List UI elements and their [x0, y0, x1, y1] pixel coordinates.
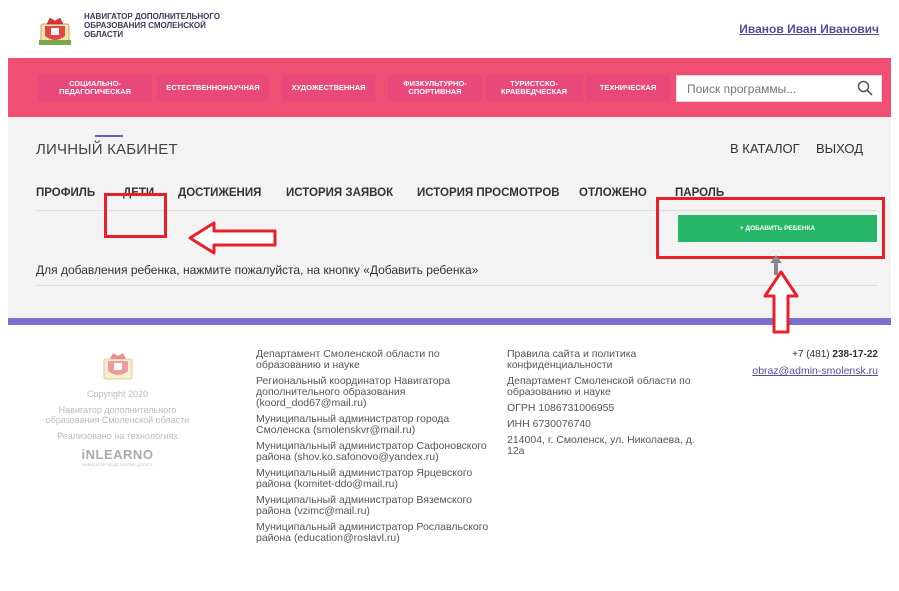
active-tab-indicator — [95, 135, 123, 137]
inlearno-tagline: НАВИГАТОР ПО ДЕТСКОМУ ДОСУГУ — [82, 462, 153, 467]
footer-contact: Муниципальный администратор Вяземского р… — [256, 494, 472, 517]
nav-technical[interactable]: ТЕХНИЧЕСКАЯ — [586, 75, 670, 101]
nav-artistic[interactable]: ХУДОЖЕСТВЕННАЯ — [282, 75, 375, 101]
footer-brand-column: Copyright 2020 Навигатор дополнительного… — [35, 345, 200, 467]
nav-natural-science[interactable]: ЕСТЕСТВЕННОНАУЧНАЯ — [157, 75, 269, 101]
user-profile-link[interactable]: Иванов Иван Иванович — [739, 22, 879, 36]
footer-contacts-column: Департамент Смоленской области по образо… — [256, 349, 491, 549]
phone-prefix: +7 (481) — [792, 349, 833, 360]
footer-email-link[interactable]: obraz@admin-smolensk.ru — [705, 366, 878, 377]
program-search — [676, 75, 882, 102]
footer-legal-column: Правила сайта и политика конфиденциально… — [507, 349, 707, 462]
annotation-arrow-up-icon — [763, 270, 799, 334]
site-rules-link[interactable]: Правила сайта и политика конфиденциально… — [507, 349, 707, 371]
category-navbar: СОЦИАЛЬНО-ПЕДАГОГИЧЕСКАЯ ЕСТЕСТВЕННОНАУЧ… — [8, 58, 891, 117]
site-title-line: ОБЛАСТИ — [84, 30, 124, 39]
footer-legal-item: ОГРН 1086731006955 — [507, 402, 615, 414]
footer-contact: Региональный координатор Навигатора допо… — [256, 375, 451, 409]
site-footer: Copyright 2020 Навигатор дополнительного… — [0, 325, 899, 591]
search-input[interactable] — [685, 81, 849, 97]
annotation-highlight-add-button — [656, 197, 885, 259]
tab-profile[interactable]: ПРОФИЛЬ — [36, 187, 95, 199]
site-header: НАВИГАТОР ДОПОЛНИТЕЛЬНОГО ОБРАЗОВАНИЯ СМ… — [0, 0, 899, 60]
footer-phone: +7 (481) 238-17-22 — [705, 349, 878, 360]
site-title: НАВИГАТОР ДОПОЛНИТЕЛЬНОГО ОБРАЗОВАНИЯ СМ… — [84, 12, 274, 39]
annotation-arrow-left-icon — [188, 221, 277, 255]
nav-sports[interactable]: ФИЗКУЛЬТУРНО-СПОРТИВНАЯ — [388, 75, 482, 101]
site-title-line: НАВИГАТОР ДОПОЛНИТЕЛЬНОГО — [84, 12, 221, 21]
tab-view-history[interactable]: ИСТОРИЯ ПРОСМОТРОВ — [417, 187, 560, 199]
footer-contact: Муниципальный администратор Рославльског… — [256, 521, 489, 544]
nav-tourism[interactable]: ТУРИСТСКО-КРАЕВЕДЧЕСКАЯ — [485, 75, 583, 101]
org-name: Навигатор дополнительного образования См… — [45, 405, 190, 425]
site-title-line: ОБРАЗОВАНИЯ СМОЛЕНСКОЙ — [84, 21, 206, 30]
footer-legal-item: ИНН 6730076740 — [507, 418, 592, 430]
phone-number: 238-17-22 — [832, 349, 878, 360]
footer-contact: Муниципальный администратор Ярцевского р… — [256, 467, 473, 490]
footer-legal-item: 214004, г. Смоленск, ул. Николаева, д. 1… — [507, 434, 695, 457]
copyright-text: Copyright 2020 — [86, 389, 149, 399]
annotation-highlight-children-tab — [104, 193, 167, 238]
footer-phone-column: +7 (481) 238-17-22 obraz@admin-smolensk.… — [705, 349, 878, 377]
coat-of-arms-icon — [103, 353, 132, 380]
catalog-link[interactable]: В КАТАЛОГ — [730, 141, 800, 156]
content-divider — [36, 285, 877, 286]
footer-legal-item: Департамент Смоленской области по образо… — [507, 375, 691, 398]
tech-label: Реализовано на технологиях — [57, 431, 178, 441]
footer-contact: Муниципальный администратор города Смоле… — [256, 413, 450, 436]
footer-contact: Муниципальный администратор Сафоновского… — [256, 440, 487, 463]
accent-divider-bar — [8, 318, 891, 325]
inlearno-logo[interactable]: iNLEARNO — [35, 447, 200, 462]
add-child-hint: Для добавления ребенка, нажмите пожалуйс… — [36, 263, 479, 277]
smolensk-coat-of-arms-logo[interactable] — [37, 12, 73, 48]
tab-application-history[interactable]: ИСТОРИЯ ЗАЯВОК — [286, 187, 393, 199]
logout-link[interactable]: ВЫХОД — [816, 141, 863, 156]
page-title: ЛИЧНЫЙ КАБИНЕТ — [36, 141, 178, 158]
tab-postponed[interactable]: ОТЛОЖЕНО — [579, 187, 647, 199]
search-icon[interactable] — [857, 80, 873, 96]
tab-achievements[interactable]: ДОСТИЖЕНИЯ — [178, 187, 261, 199]
footer-contact: Департамент Смоленской области по образо… — [256, 348, 440, 371]
nav-social-pedagogical[interactable]: СОЦИАЛЬНО-ПЕДАГОГИЧЕСКАЯ — [38, 75, 152, 101]
